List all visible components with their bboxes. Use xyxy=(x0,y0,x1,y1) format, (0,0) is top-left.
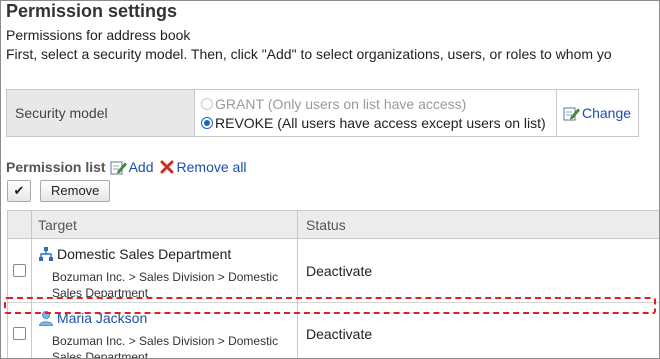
add-icon xyxy=(110,161,127,174)
edit-icon xyxy=(563,107,580,120)
permission-list-header: Permission list Add Remove all xyxy=(6,156,253,178)
target-path: Bozuman Inc. > Sales Division > Domestic… xyxy=(52,334,279,359)
table-row: Domestic Sales Department Bozuman Inc. >… xyxy=(8,239,660,303)
security-model-options: GRANT (Only users on list have access) R… xyxy=(195,90,557,136)
revoke-note: (All users have access except users on l… xyxy=(277,114,546,131)
grant-option: GRANT (Only users on list have access) xyxy=(201,94,556,113)
remove-all-link[interactable]: Remove all xyxy=(177,159,247,175)
table-row: Maria Jackson Bozuman Inc. > Sales Divis… xyxy=(8,303,660,359)
add-action[interactable]: Add xyxy=(110,159,154,175)
header-status: Status xyxy=(306,216,346,233)
status-value: Deactivate xyxy=(306,325,373,342)
header-target: Target xyxy=(32,211,298,238)
header-check-cell xyxy=(8,211,32,238)
grant-label: GRANT xyxy=(215,95,264,112)
select-all-button[interactable]: ✔ xyxy=(7,179,31,202)
revoke-option[interactable]: REVOKE (All users have access except use… xyxy=(201,113,556,132)
list-toolbar: ✔ Remove xyxy=(7,179,111,202)
table-header: Target Status xyxy=(8,211,660,239)
change-link-cell: Change xyxy=(557,90,638,136)
target-name-link[interactable]: Maria Jackson xyxy=(57,310,147,326)
remove-all-action[interactable]: Remove all xyxy=(160,159,247,175)
page-subtitle: Permissions for address book xyxy=(6,27,191,43)
target-name: Domestic Sales Department xyxy=(57,246,232,262)
permission-list-title: Permission list xyxy=(6,159,106,175)
row-checkbox[interactable] xyxy=(13,264,26,277)
organization-icon xyxy=(39,247,53,261)
remove-x-icon xyxy=(160,160,174,174)
status-value: Deactivate xyxy=(306,262,373,279)
change-link[interactable]: Change xyxy=(582,105,631,121)
permission-table: Target Status Domestic Sales Department … xyxy=(7,210,660,359)
grant-note: (Only users on list have access) xyxy=(267,95,467,112)
remove-button[interactable]: Remove xyxy=(40,179,111,202)
target-path: Bozuman Inc. > Sales Division > Domestic… xyxy=(52,270,279,300)
page-title: Permission settings xyxy=(6,1,178,21)
row-checkbox[interactable] xyxy=(13,327,26,340)
add-link[interactable]: Add xyxy=(129,159,154,175)
security-model-table: Security model GRANT (Only users on list… xyxy=(6,89,639,137)
security-model-label: Security model xyxy=(7,90,195,136)
user-icon xyxy=(39,311,53,326)
grant-radio xyxy=(201,97,213,110)
revoke-radio[interactable] xyxy=(201,116,213,129)
instruction-text: First, select a security model. Then, cl… xyxy=(6,46,612,62)
revoke-label: REVOKE xyxy=(215,114,274,131)
